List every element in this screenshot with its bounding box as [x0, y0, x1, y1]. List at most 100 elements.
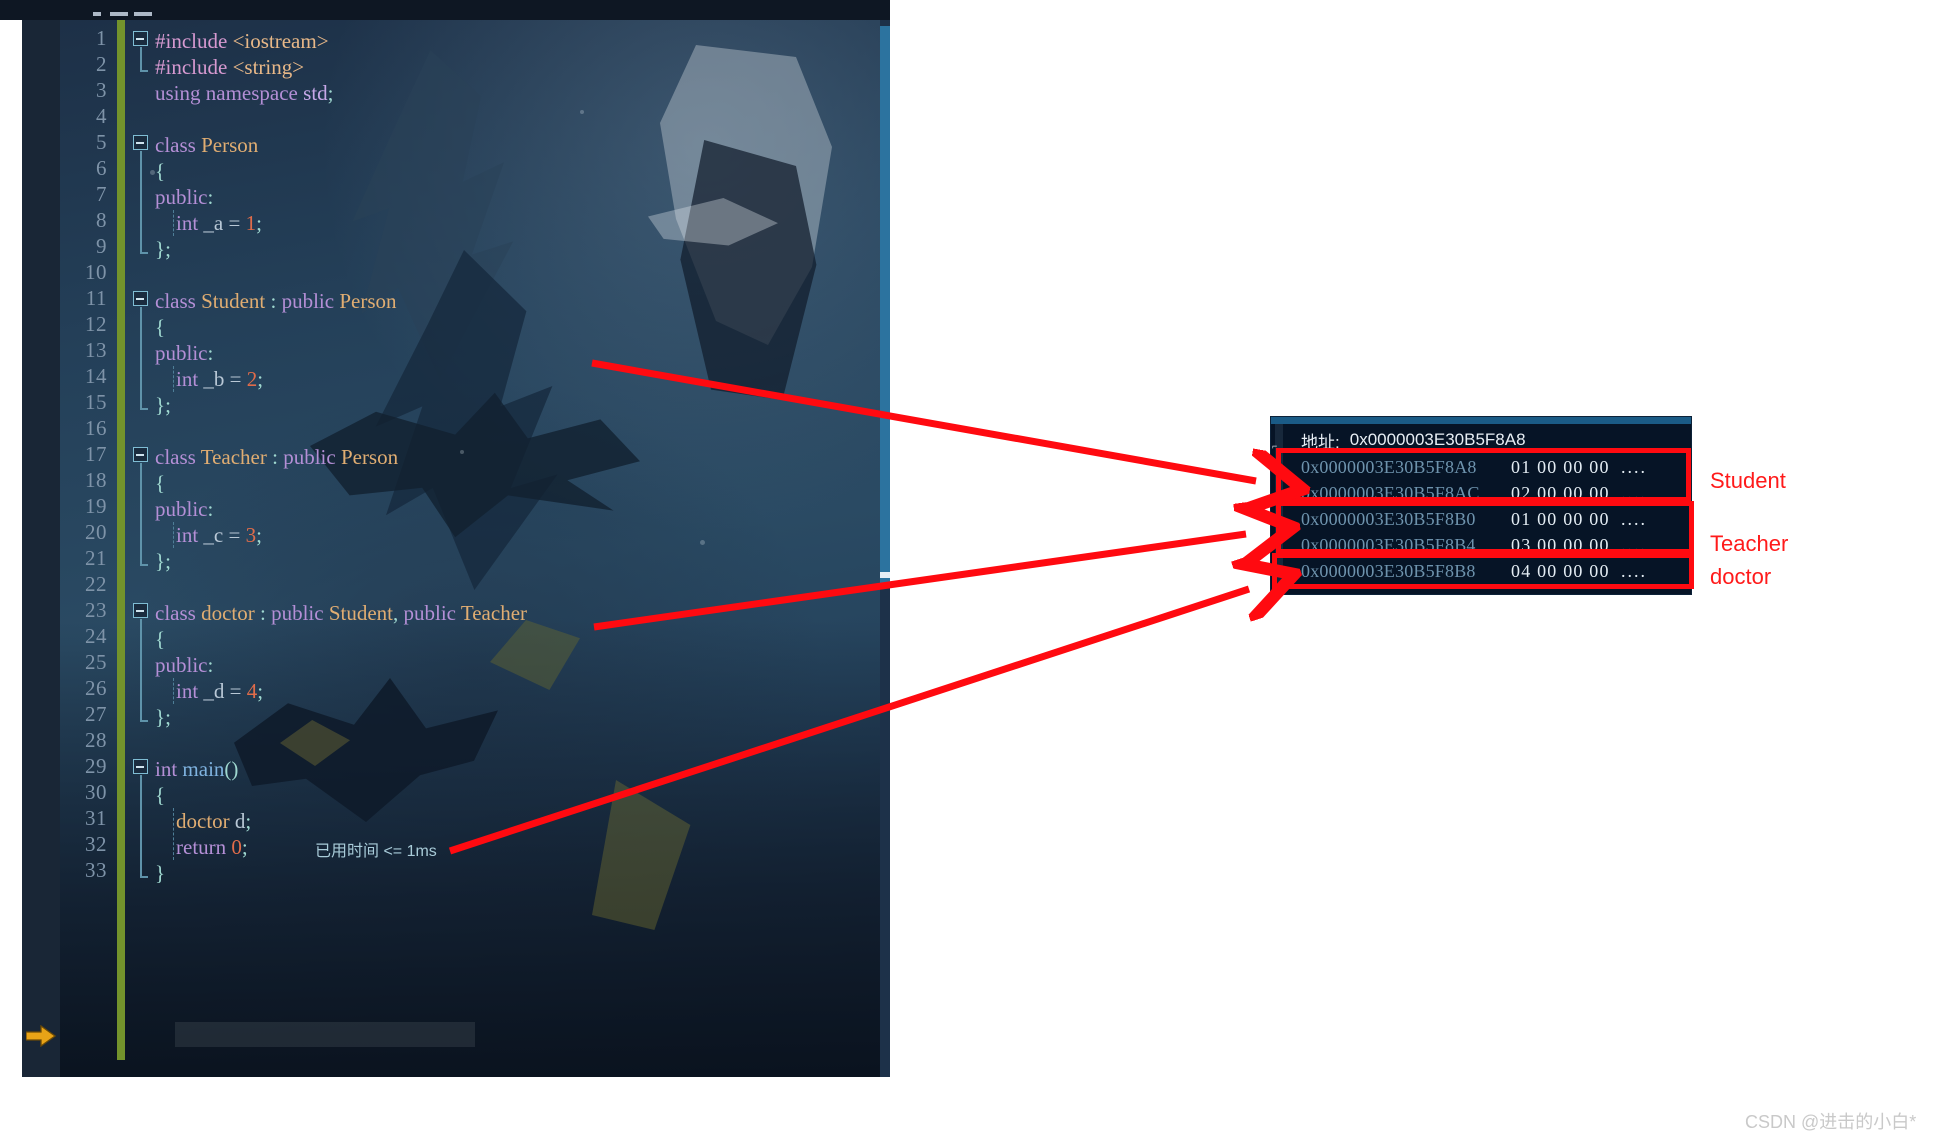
line-number: 7 — [96, 182, 107, 206]
code-line[interactable]: int _a = 1; — [155, 210, 262, 236]
memory-row[interactable]: 0x0000003E30B5F8B0 01 00 00 00.... — [1293, 506, 1691, 532]
code-line[interactable]: }; — [155, 704, 171, 730]
memory-debug-window[interactable]: ⌐ 地址: 0x0000003E30B5F8A8 0x0000003E30B5F… — [1270, 416, 1692, 595]
code-line[interactable]: public: — [155, 340, 213, 366]
line-number: 29 — [85, 754, 107, 778]
line-number: 22 — [85, 572, 107, 596]
code-line[interactable]: { — [155, 782, 165, 808]
code-line[interactable]: }; — [155, 236, 171, 262]
memory-address-bar[interactable]: 地址: 0x0000003E30B5F8A8 — [1293, 427, 1689, 453]
collapse-toggle-icon[interactable] — [133, 31, 148, 46]
memory-row[interactable]: 0x0000003E30B5F8AC 02 00 00 00.... — [1293, 480, 1691, 506]
code-text-layer[interactable]: #include <iostream> #include <string> usin… — [125, 20, 880, 1077]
memory-row-ascii: .... — [1621, 534, 1647, 555]
screenshot-root: 1 2 3 4 5 6 7 8 9 10 11 12 13 14 15 16 17 18 19 20 21 22 23 24 2… — [0, 0, 1942, 1143]
changes-indicator-bar — [117, 20, 125, 1060]
code-line[interactable]: class doctor : public Student, public Te… — [155, 600, 527, 626]
tab-sliver-3[interactable] — [134, 12, 152, 16]
fold-guide-end — [140, 70, 148, 72]
code-line[interactable]: { — [155, 158, 165, 184]
code-line[interactable]: int main() — [155, 756, 238, 782]
indent-guide — [173, 522, 174, 548]
fold-guide-line — [140, 151, 142, 252]
line-number: 31 — [85, 806, 107, 830]
memory-row-bytes: 03 00 00 00 — [1511, 534, 1610, 555]
line-number: 16 — [85, 416, 107, 440]
indent-guide — [173, 808, 174, 860]
breakpoint-margin[interactable] — [22, 20, 60, 1077]
annotation-label-student: Student — [1710, 468, 1786, 493]
line-number: 1 — [96, 26, 107, 50]
memory-row[interactable]: 0x0000003E30B5F8A8 01 00 00 00.... — [1293, 454, 1691, 480]
line-number: 30 — [85, 780, 107, 804]
line-number: 21 — [85, 546, 107, 570]
vertical-scrollbar-thumb[interactable] — [880, 26, 890, 586]
code-editor-window[interactable]: 1 2 3 4 5 6 7 8 9 10 11 12 13 14 15 16 17 18 19 20 21 22 23 24 2… — [0, 0, 890, 1077]
code-line[interactable]: { — [155, 470, 165, 496]
fold-guide-line — [140, 463, 142, 564]
memory-row-ascii: .... — [1621, 560, 1647, 581]
memory-row-address: 0x0000003E30B5F8B0 — [1301, 508, 1476, 529]
tab-sliver-1[interactable] — [93, 12, 101, 16]
code-line[interactable]: #include <iostream> — [155, 28, 329, 54]
annotation-label-teacher: Teacher — [1710, 531, 1789, 556]
memory-row-address: 0x0000003E30B5F8A8 — [1301, 456, 1477, 477]
code-line[interactable]: class Teacher : public Person — [155, 444, 398, 470]
line-number: 17 — [85, 442, 107, 466]
line-number: 10 — [85, 260, 107, 284]
collapse-toggle-icon[interactable] — [133, 447, 148, 462]
memory-window-pin-icon[interactable]: ⌐ — [1272, 441, 1282, 457]
csdn-watermark: CSDN @进击的小白* — [1745, 1112, 1917, 1132]
memory-row-bytes: 01 00 00 00 — [1511, 456, 1610, 477]
line-number: 9 — [96, 234, 107, 258]
memory-address-label: 地址: — [1301, 432, 1340, 452]
collapse-toggle-icon[interactable] — [133, 135, 148, 150]
line-number: 11 — [85, 286, 107, 310]
code-line[interactable]: doctor d; — [155, 808, 251, 834]
code-line[interactable]: public: — [155, 184, 213, 210]
editor-tab-strip[interactable] — [0, 0, 890, 20]
code-line[interactable]: #include <string> — [155, 54, 304, 80]
line-number: 15 — [85, 390, 107, 414]
memory-row-bytes: 02 00 00 00 — [1511, 482, 1610, 503]
code-line[interactable]: using namespace std; — [155, 80, 334, 106]
fold-guide-line — [140, 47, 142, 70]
line-number: 32 — [85, 832, 107, 856]
execution-pointer-arrow — [25, 1024, 57, 1048]
collapse-toggle-icon[interactable] — [133, 291, 148, 306]
code-line[interactable]: { — [155, 314, 165, 340]
fold-guide-end — [140, 252, 148, 254]
line-number: 26 — [85, 676, 107, 700]
memory-window-titlebar[interactable] — [1271, 417, 1691, 424]
code-line[interactable]: class Student : public Person — [155, 288, 397, 314]
code-line[interactable]: int _d = 4; — [155, 678, 263, 704]
line-number: 25 — [85, 650, 107, 674]
memory-row-bytes: 01 00 00 00 — [1511, 508, 1610, 529]
memory-address-value[interactable]: 0x0000003E30B5F8A8 — [1350, 430, 1526, 450]
line-number: 5 — [96, 130, 107, 154]
indent-guide — [173, 678, 174, 704]
memory-row[interactable]: 0x0000003E30B5F8B8 04 00 00 00.... — [1293, 558, 1691, 584]
line-number: 20 — [85, 520, 107, 544]
code-line[interactable]: int _c = 3; — [155, 522, 262, 548]
line-number: 19 — [85, 494, 107, 518]
code-line[interactable]: int _b = 2; — [155, 366, 263, 392]
line-number: 23 — [85, 598, 107, 622]
fold-guide-end — [140, 720, 148, 722]
code-line[interactable]: }; — [155, 548, 171, 574]
collapse-toggle-icon[interactable] — [133, 759, 148, 774]
code-line[interactable]: }; — [155, 392, 171, 418]
code-line[interactable]: { — [155, 626, 165, 652]
code-line[interactable]: class Person — [155, 132, 258, 158]
code-line[interactable]: public: — [155, 496, 213, 522]
memory-row[interactable]: 0x0000003E30B5F8B4 03 00 00 00.... — [1293, 532, 1691, 558]
code-line[interactable]: return 0; — [155, 834, 248, 860]
line-number: 12 — [85, 312, 107, 336]
line-number-gutter: 1 2 3 4 5 6 7 8 9 10 11 12 13 14 15 16 17 18 19 20 21 22 23 24 2… — [60, 20, 117, 1077]
tab-sliver-2[interactable] — [110, 12, 128, 16]
code-line[interactable]: public: — [155, 652, 213, 678]
line-number: 2 — [96, 52, 107, 76]
memory-row-bytes: 04 00 00 00 — [1511, 560, 1610, 581]
code-line[interactable]: } — [155, 860, 165, 886]
collapse-toggle-icon[interactable] — [133, 603, 148, 618]
